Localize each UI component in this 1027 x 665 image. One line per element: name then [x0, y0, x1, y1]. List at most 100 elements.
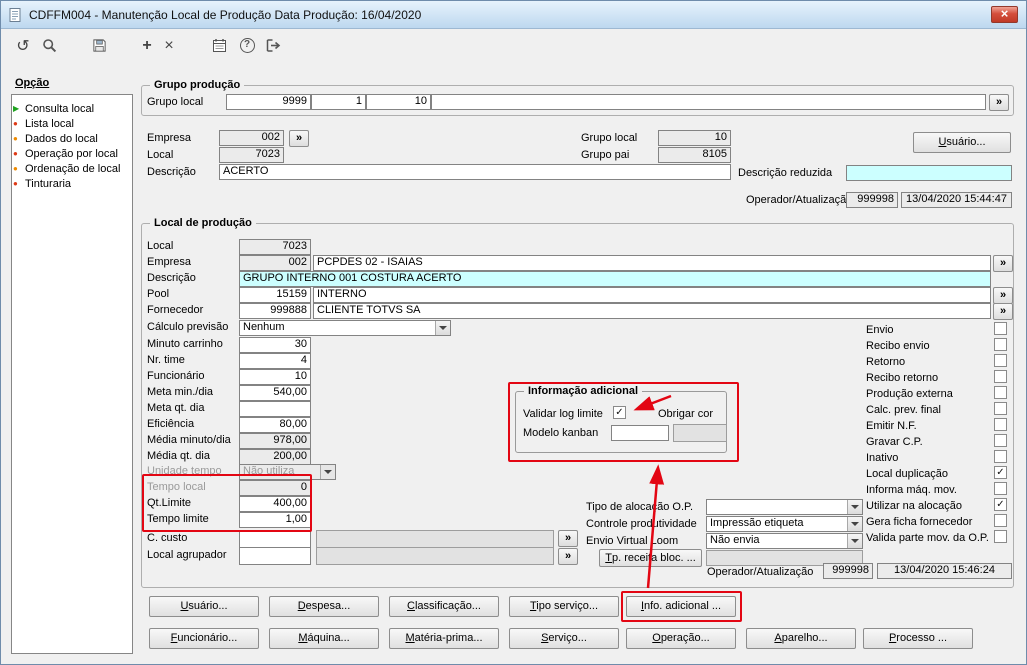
tp-receita-bloc-button[interactable]: Tp. receita bloc. ...	[599, 549, 702, 567]
classificacao-button[interactable]: Classificação...	[389, 596, 499, 617]
flag-label-recibo-retorno: Recibo retorno	[866, 372, 939, 384]
materia-prima-button[interactable]: Matéria-prima...	[389, 628, 499, 649]
flag-checkbox-valida-parte-mov[interactable]	[994, 530, 1007, 543]
servico-button[interactable]: Serviço...	[509, 628, 619, 649]
title-bar[interactable]: CDFFM004 - Manutenção Local de Produção …	[1, 1, 1026, 29]
flag-checkbox-retorno[interactable]	[994, 354, 1007, 367]
controle-produtividade-select[interactable]: Impressão etiqueta	[706, 516, 863, 532]
prod-descricao-label: Descrição	[147, 272, 196, 284]
sidebar-item-consulta-local[interactable]: Consulta local	[13, 101, 131, 116]
modelo-kanban-field[interactable]	[611, 425, 669, 441]
calendar-icon[interactable]	[209, 36, 229, 55]
usuario-button[interactable]: Usuário...	[149, 596, 259, 617]
descricao-label: Descrição	[147, 166, 196, 178]
operador-atualizacao-label: Operador/Atualização	[746, 194, 853, 206]
flag-checkbox-inativo[interactable]	[994, 450, 1007, 463]
nr-time-field[interactable]: 4	[239, 353, 311, 369]
flag-checkbox-producao-externa[interactable]	[994, 386, 1007, 399]
c-custo-label: C. custo	[147, 532, 188, 544]
validar-log-limite-checkbox[interactable]: ✓	[613, 406, 626, 419]
media-qt-dia-label: Média qt. dia	[147, 450, 210, 462]
operador2-data-field: 13/04/2020 15:46:24	[877, 563, 1012, 579]
fornecedor-field[interactable]: 999888	[239, 303, 311, 319]
close-button[interactable]: ×	[991, 6, 1018, 23]
unidade-tempo-value: Não utiliza	[243, 465, 295, 477]
local-agrupador-field[interactable]	[239, 547, 311, 565]
flag-label-envio: Envio	[866, 324, 894, 336]
prod-empresa-desc-field[interactable]: PCPDES 02 - ISAIAS	[313, 255, 991, 271]
processo-button[interactable]: Processo ...	[863, 628, 973, 649]
funcionario-button[interactable]: Funcionário...	[149, 628, 259, 649]
grupo-local-code2-field[interactable]: 1	[311, 94, 366, 110]
flag-checkbox-recibo-retorno[interactable]	[994, 370, 1007, 383]
fornecedor-desc-field[interactable]: CLIENTE TOTVS SA	[313, 303, 991, 319]
add-icon[interactable]: +	[137, 36, 157, 55]
info-adicional-button[interactable]: Info. adicional ...	[626, 596, 736, 617]
flag-checkbox-local-duplicacao[interactable]: ✓	[994, 466, 1007, 479]
operacao-button[interactable]: Operação...	[626, 628, 736, 649]
flag-checkbox-recibo-envio[interactable]	[994, 338, 1007, 351]
chevron-down-icon	[847, 517, 862, 531]
delete-icon[interactable]: ×	[159, 36, 179, 55]
meta-min-dia-field[interactable]: 540,00	[239, 385, 311, 401]
grupo-local-lookup-button[interactable]: »	[989, 94, 1009, 111]
search-icon[interactable]	[39, 36, 59, 55]
descricao-reduzida-field[interactable]	[846, 165, 1012, 181]
prod-empresa-lookup-button[interactable]: »	[993, 255, 1013, 272]
tempo-limite-field[interactable]: 1,00	[239, 512, 311, 528]
flag-label-local-duplicacao: Local duplicação	[866, 468, 948, 480]
fornecedor-lookup-button[interactable]: »	[993, 303, 1013, 320]
operador-atualizacao2-label: Operador/Atualização	[707, 566, 814, 578]
meta-qt-dia-field[interactable]	[239, 401, 311, 417]
grupo-producao-legend: Grupo produção	[150, 79, 245, 91]
grupo-local-desc-field[interactable]	[431, 94, 986, 110]
flag-label-informa-maq-mov: Informa máq. mov.	[866, 484, 957, 496]
empresa-field: 002	[219, 130, 284, 146]
usuario-header-button[interactable]: Usuário...	[913, 132, 1011, 153]
local-agrupador-lookup-button[interactable]: »	[558, 548, 578, 565]
tipo-servico-button[interactable]: Tipo serviço...	[509, 596, 619, 617]
qt-limite-field[interactable]: 400,00	[239, 496, 311, 512]
flag-checkbox-gera-ficha-fornecedor[interactable]	[994, 514, 1007, 527]
flag-checkbox-gravar-cp[interactable]	[994, 434, 1007, 447]
sidebar-item-label: Lista local	[25, 117, 74, 130]
flag-checkbox-utilizar-alocacao[interactable]: ✓	[994, 498, 1007, 511]
tipo-alocacao-select[interactable]	[706, 499, 863, 515]
flag-checkbox-informa-maq-mov[interactable]	[994, 482, 1007, 495]
sidebar-item-tinturaria[interactable]: Tinturaria	[13, 176, 131, 191]
flag-checkbox-emitir-nf[interactable]	[994, 418, 1007, 431]
descricao-field[interactable]: ACERTO	[219, 164, 731, 180]
despesa-button[interactable]: Despesa...	[269, 596, 379, 617]
pool-field[interactable]: 15159	[239, 287, 311, 303]
funcionario-field[interactable]: 10	[239, 369, 311, 385]
orange-dot-icon	[13, 134, 25, 143]
aparelho-button[interactable]: Aparelho...	[746, 628, 856, 649]
sidebar-item-ordenacao-de-local[interactable]: Ordenação de local	[13, 161, 131, 176]
sidebar-item-operacao-por-local[interactable]: Operação por local	[13, 146, 131, 161]
flag-checkbox-calc-prev-final[interactable]	[994, 402, 1007, 415]
minuto-carrinho-field[interactable]: 30	[239, 337, 311, 353]
grupo-local-code1-field[interactable]: 9999	[226, 94, 311, 110]
empresa-lookup-button[interactable]: »	[289, 130, 309, 147]
media-minuto-dia-label: Média minuto/dia	[147, 434, 231, 446]
sidebar-item-dados-do-local[interactable]: Dados do local	[13, 131, 131, 146]
window-title: CDFFM004 - Manutenção Local de Produção …	[29, 7, 422, 22]
pool-desc-field[interactable]: INTERNO	[313, 287, 991, 303]
help-icon[interactable]: ?	[237, 36, 257, 55]
pool-lookup-button[interactable]: »	[993, 287, 1013, 304]
grupo-local-code3-field[interactable]: 10	[366, 94, 431, 110]
envio-virtual-loom-select[interactable]: Não envia	[706, 533, 863, 549]
empresa-label: Empresa	[147, 132, 192, 144]
c-custo-field[interactable]	[239, 530, 311, 548]
save-icon[interactable]	[89, 36, 109, 55]
maquina-button[interactable]: Máquina...	[269, 628, 379, 649]
prod-descricao-field[interactable]: GRUPO INTERNO 001 COSTURA ACERTO	[239, 271, 991, 287]
sidebar-item-lista-local[interactable]: Lista local	[13, 116, 131, 131]
c-custo-lookup-button[interactable]: »	[558, 530, 578, 547]
exit-icon[interactable]	[263, 36, 283, 55]
undo-icon[interactable]: ↺	[13, 36, 33, 55]
eficiencia-field[interactable]: 80,00	[239, 417, 311, 433]
calculo-previsao-select[interactable]: Nenhum	[239, 320, 451, 336]
sidebar-item-label: Tinturaria	[25, 177, 72, 190]
flag-checkbox-envio[interactable]	[994, 322, 1007, 335]
